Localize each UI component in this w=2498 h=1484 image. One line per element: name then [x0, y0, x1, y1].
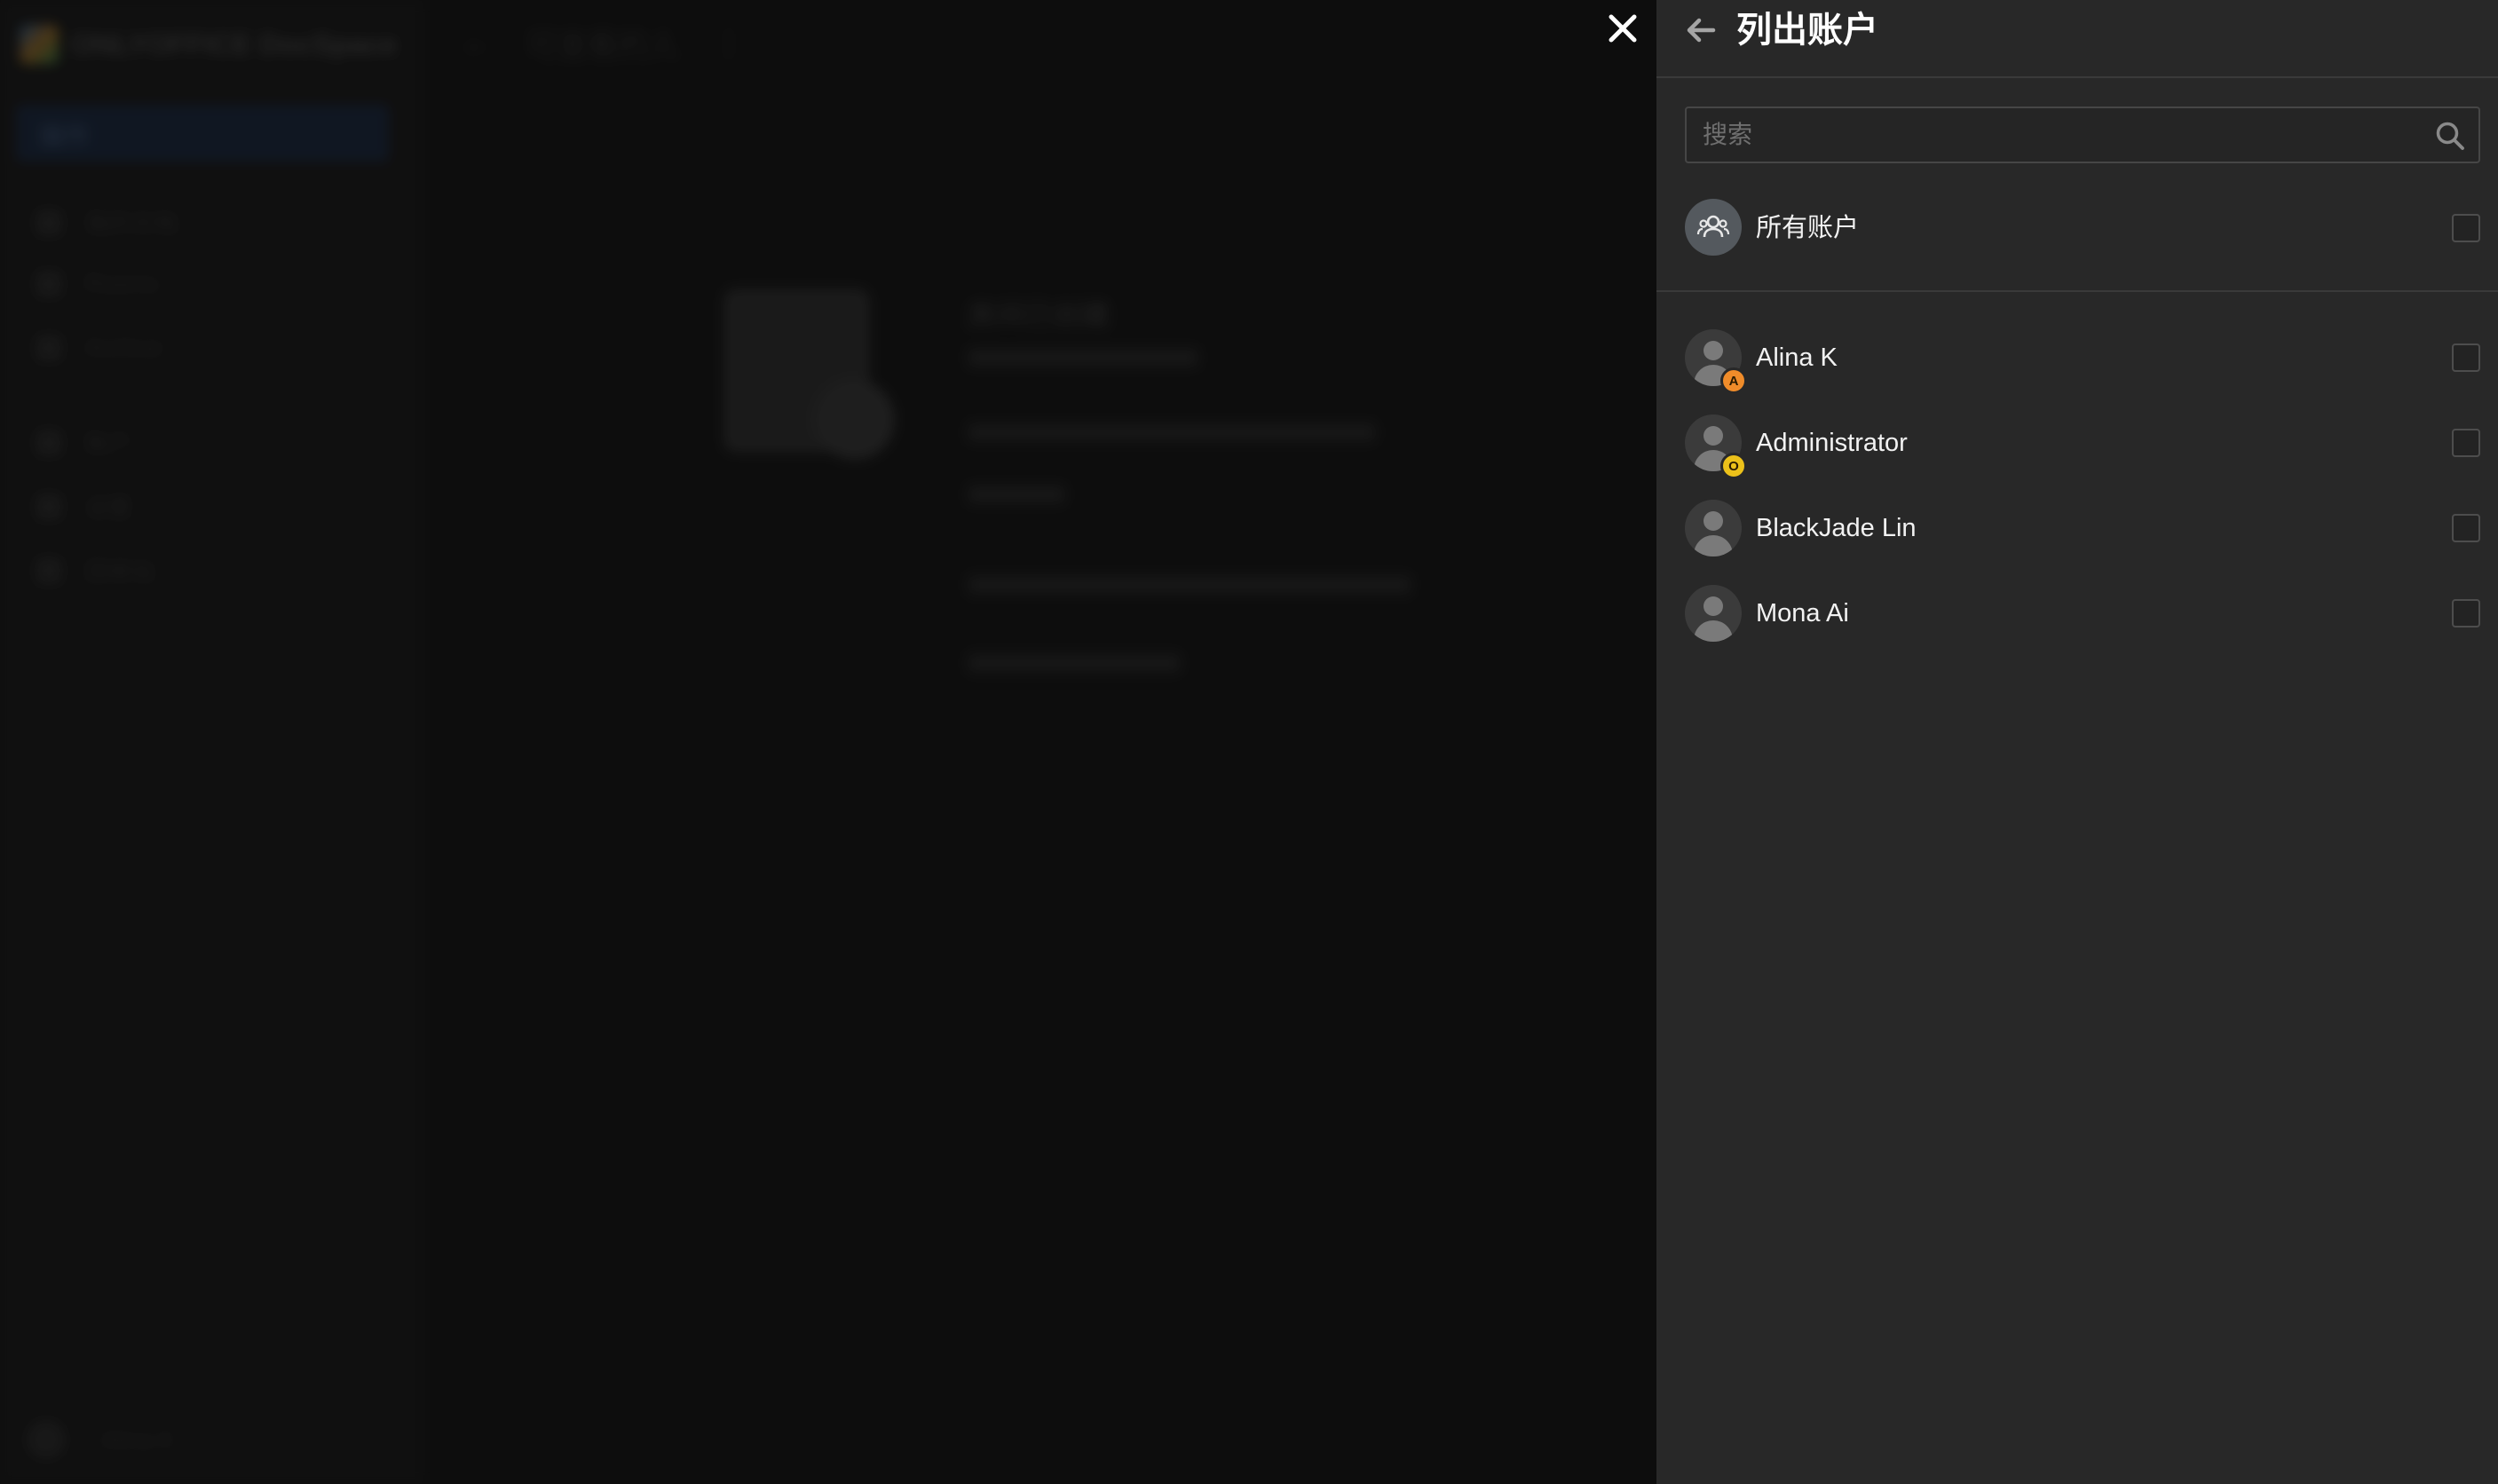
user-row[interactable]: Mona Ai [1656, 582, 2498, 644]
all-accounts-checkbox[interactable] [2452, 214, 2480, 242]
role-badge: A [1720, 367, 1747, 394]
back-button[interactable] [1681, 11, 1720, 50]
all-accounts-row[interactable]: 所有账户 [1656, 197, 2498, 259]
user-checkbox[interactable] [2452, 599, 2480, 628]
divider [1656, 290, 2498, 292]
user-row[interactable]: A Alina K [1656, 327, 2498, 394]
search-input[interactable] [1687, 108, 2415, 162]
user-checkbox[interactable] [2452, 343, 2480, 372]
avatar-head [1704, 426, 1723, 446]
user-name: Alina K [1756, 343, 1838, 372]
avatar-head [1704, 341, 1723, 360]
role-badge: O [1720, 453, 1747, 479]
group-icon [1696, 215, 1730, 238]
avatar [1685, 585, 1742, 642]
account-selector-panel: 列出账户 所有账户 A Alina K O Administrator BlackJad… [1656, 0, 2498, 1484]
avatar-body [1694, 620, 1733, 642]
user-checkbox[interactable] [2452, 514, 2480, 542]
search-box [1685, 107, 2480, 163]
user-row[interactable]: O Administrator [1656, 412, 2498, 479]
close-icon [1609, 14, 1637, 43]
search-icon[interactable] [2434, 120, 2466, 152]
avatar-body [1694, 535, 1733, 556]
avatar-head [1704, 596, 1723, 616]
modal-backdrop[interactable] [0, 0, 1656, 1484]
panel-header: 列出账户 [1656, 0, 2498, 78]
user-name: BlackJade Lin [1756, 514, 1917, 542]
user-row[interactable]: BlackJade Lin [1656, 497, 2498, 559]
avatar-head [1704, 511, 1723, 531]
user-name: Administrator [1756, 429, 1908, 457]
user-name: Mona Ai [1756, 599, 1849, 628]
all-accounts-label: 所有账户 [1756, 214, 1860, 242]
group-avatar [1685, 199, 1742, 256]
panel-title: 列出账户 [1736, 11, 1878, 50]
close-button[interactable] [1603, 9, 1642, 48]
user-checkbox[interactable] [2452, 429, 2480, 457]
arrow-left-icon [1687, 18, 1716, 43]
avatar [1685, 500, 1742, 556]
